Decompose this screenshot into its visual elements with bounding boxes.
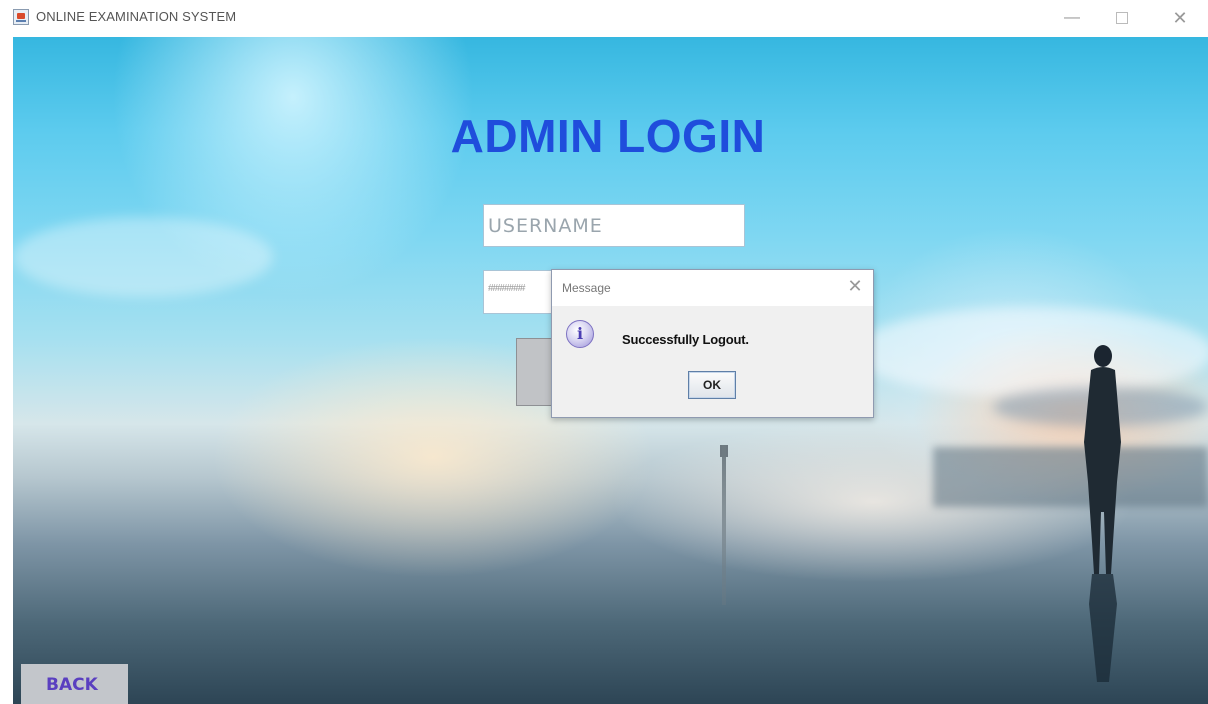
- page-title: ADMIN LOGIN: [450, 110, 766, 162]
- dialog-close-button[interactable]: ✕: [845, 276, 865, 297]
- login-button[interactable]: [516, 338, 556, 406]
- close-button[interactable]: ✕: [1158, 4, 1202, 32]
- maximize-button[interactable]: [1100, 4, 1144, 32]
- java-app-icon: [13, 9, 29, 25]
- dialog-message: Successfully Logout.: [622, 332, 749, 347]
- username-field[interactable]: [483, 204, 745, 247]
- username-input[interactable]: [484, 205, 744, 246]
- background-post-reflection: [722, 445, 726, 605]
- background-shore: [933, 447, 1208, 507]
- minimize-button[interactable]: —: [1050, 4, 1094, 32]
- background-cloud: [13, 217, 273, 297]
- info-icon: i: [566, 320, 594, 348]
- dialog-titlebar: Message ✕: [552, 270, 873, 306]
- window-title: ONLINE EXAMINATION SYSTEM: [36, 9, 237, 24]
- password-mask: ########: [488, 283, 525, 294]
- message-dialog: Message ✕ i Successfully Logout. OK: [551, 269, 874, 418]
- back-button[interactable]: BACK: [21, 664, 128, 704]
- dialog-title: Message: [562, 281, 611, 295]
- maximize-icon: [1116, 11, 1128, 24]
- info-icon-glyph: i: [576, 324, 584, 343]
- person-silhouette-image: [1084, 345, 1121, 682]
- back-button-label: BACK: [46, 675, 98, 695]
- background-cloud: [853, 307, 1208, 397]
- ok-button[interactable]: OK: [688, 371, 736, 399]
- window-titlebar: ONLINE EXAMINATION SYSTEM — ✕: [0, 0, 1208, 37]
